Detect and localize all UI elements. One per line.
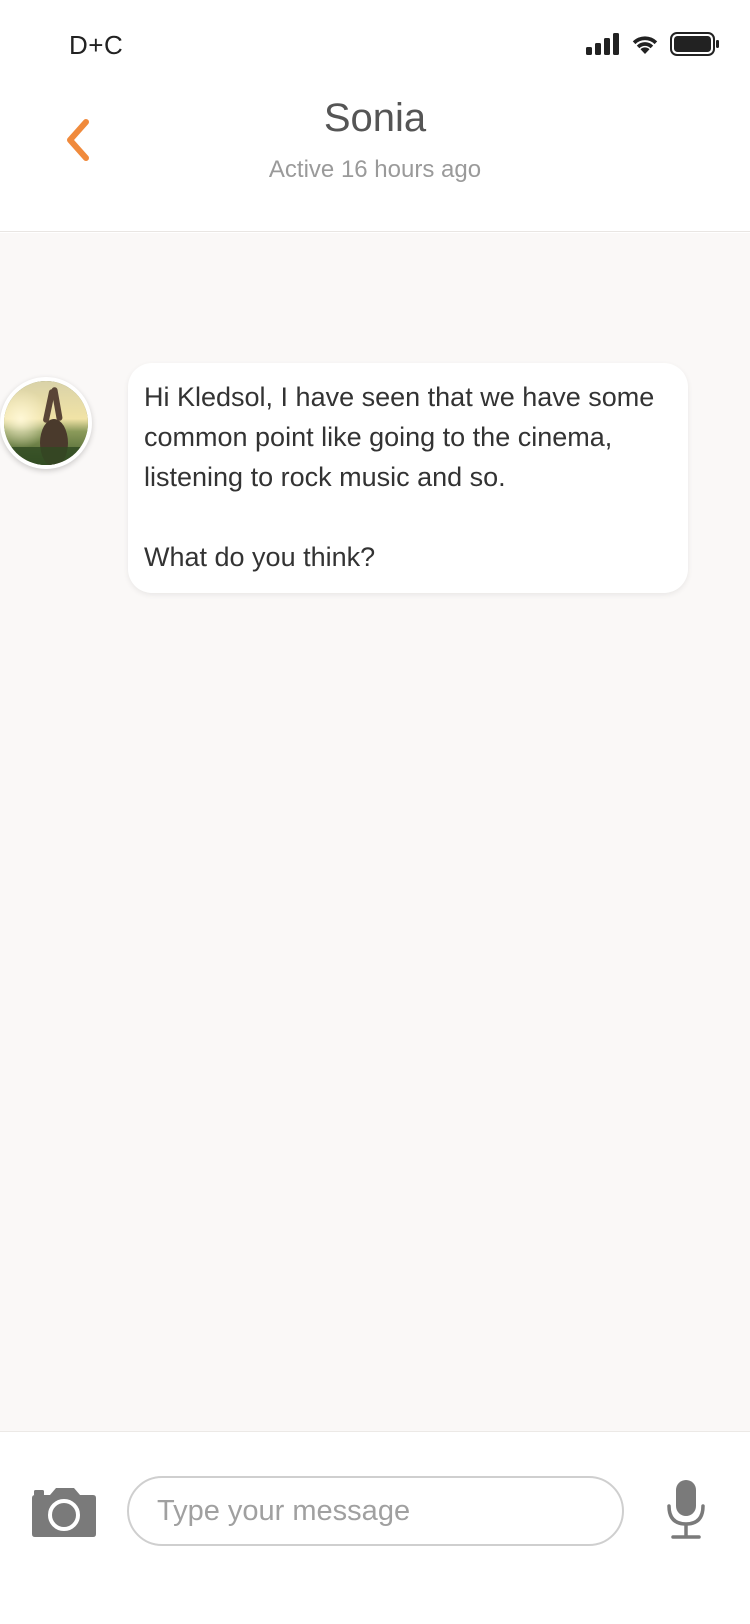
- message-text: What do you think?: [144, 542, 376, 572]
- microphone-icon: [664, 1480, 708, 1546]
- chat-header: Sonia Active 16 hours ago: [0, 92, 750, 232]
- contact-name: Sonia: [323, 96, 427, 140]
- contact-status: Active 16 hours ago: [268, 156, 482, 183]
- message-input[interactable]: [127, 1476, 624, 1546]
- message-composer: [0, 1431, 750, 1624]
- battery-icon: [670, 31, 720, 61]
- carrier-label: D+C: [69, 30, 124, 60]
- wifi-icon: [630, 33, 660, 60]
- camera-icon: [30, 1488, 98, 1542]
- status-bar: D+C: [0, 0, 750, 92]
- chat-screen: D+C Sonia Active 16 hours ago Hi Kledsol…: [0, 0, 750, 1624]
- camera-button[interactable]: [30, 1484, 98, 1538]
- message-list[interactable]: Hi Kledsol, I have seen that we have som…: [0, 233, 750, 1431]
- avatar-photo: [4, 381, 88, 465]
- avatar[interactable]: [0, 377, 92, 469]
- message-text: Hi Kledsol, I have seen that we have som…: [144, 382, 655, 492]
- microphone-button[interactable]: [664, 1478, 708, 1542]
- signal-icon: [586, 32, 620, 60]
- status-icons: [586, 31, 720, 61]
- message-bubble[interactable]: Hi Kledsol, I have seen that we have som…: [128, 363, 688, 593]
